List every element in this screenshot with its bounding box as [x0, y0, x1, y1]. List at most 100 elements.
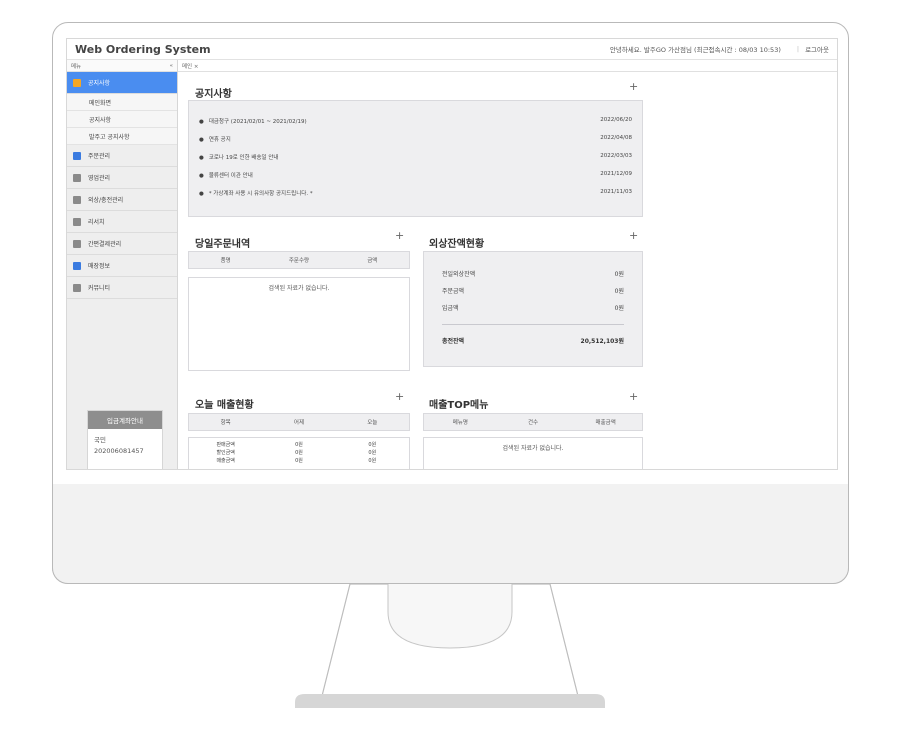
sidebar-item-label: 간편결제관리 — [88, 241, 122, 248]
notice-date: 2022/06/20 — [600, 117, 632, 123]
notice-row[interactable]: ● 연휴 공지 2022/04/08 — [199, 135, 632, 145]
notice-date: 2022/04/08 — [600, 135, 632, 141]
table-cell: 0원 — [295, 442, 303, 448]
balance-total-row: 총전잔액 20,512,103원 — [442, 336, 624, 345]
deposit-account-body: 국민 202006081457 — [88, 429, 162, 463]
deposit-account-card: 입금계좌안내 국민 202006081457 — [87, 410, 163, 469]
notice-text: 연휴 공지 — [208, 137, 231, 143]
balance-value: 0원 — [614, 288, 624, 295]
column-header: 메뉴명 — [452, 420, 468, 426]
balance-value: 0원 — [614, 271, 624, 278]
sidebar-item-store[interactable]: 매장정보 — [67, 255, 177, 277]
divider — [442, 324, 624, 325]
column-header: 금액 — [367, 258, 378, 264]
sidebar-item-label: 매장정보 — [88, 263, 111, 270]
table-row: 매출금액 0원 0원 — [189, 457, 409, 464]
daily-orders-body: 검색된 자료가 없습니다. — [188, 277, 410, 371]
notice-plus-icon[interactable]: + — [629, 80, 638, 93]
table-cell: 0원 — [295, 450, 303, 456]
menu-square-icon — [73, 239, 81, 248]
notice-date: 2022/03/03 — [600, 153, 632, 159]
empty-message: 검색된 자료가 없습니다. — [502, 445, 564, 452]
notice-row[interactable]: ● 코로나 19로 인한 배송일 안내 2022/03/03 — [199, 153, 632, 163]
notice-title: 공지사항 — [195, 89, 232, 100]
sidebar-item-notice[interactable]: 공지사항 — [67, 72, 177, 94]
top-menu-header: 메뉴명 건수 매출금액 — [423, 413, 643, 431]
main-content: 메인 × 공지사항 + ● 대금청구 (2021/02/01 ~ 2021/02/… — [178, 60, 837, 469]
today-sales-header: 항목 어제 오늘 — [188, 413, 410, 431]
column-header: 어제 — [293, 420, 305, 426]
notice-text: 코로나 19로 인한 배송일 안내 — [208, 155, 279, 161]
sidebar-item-easypay[interactable]: 간편결제관리 — [67, 233, 177, 255]
sidebar-subitem-balju-notice[interactable]: 발주고 공지사항 — [67, 128, 177, 145]
notice-date: 2021/12/09 — [600, 171, 632, 177]
table-cell: 0원 — [368, 442, 377, 448]
menu-square-icon — [73, 261, 81, 270]
sidebar-item-credit[interactable]: 외상/충전관리 — [67, 189, 177, 211]
account-number: 202006081457 — [94, 447, 144, 455]
user-greeting: 안녕하세요. 발주GO 가산점님 (최근접속시간 : 08/03 10:53) — [609, 46, 781, 54]
logout-link[interactable]: 로그아웃 — [805, 44, 829, 54]
sidebar-item-orders[interactable]: 주문관리 — [67, 145, 177, 167]
monitor-chin — [52, 484, 849, 584]
daily-orders-plus-icon[interactable]: + — [395, 229, 404, 242]
notice-text: 대금청구 (2021/02/01 ~ 2021/02/19) — [208, 119, 307, 125]
sidebar-item-label: 외상/충전관리 — [88, 197, 124, 204]
sidebar-item-sales-mgmt[interactable]: 영업관리 — [67, 167, 177, 189]
table-cell: 0원 — [368, 450, 377, 456]
app-screen: Web Ordering System 안녕하세요. 발주GO 가산점님 (최근… — [66, 38, 838, 470]
table-row: 할인금액 0원 0원 — [189, 449, 409, 456]
monitor-stand — [322, 584, 578, 696]
sidebar-subitem-notice[interactable]: 공지사항 — [67, 111, 177, 128]
notice-row[interactable]: ● 대금청구 (2021/02/01 ~ 2021/02/19) 2022/06/… — [199, 117, 632, 127]
today-sales-body: 판매금액 0원 0원 할인금액 0원 0원 매출금액 0원 0원 — [188, 437, 410, 469]
table-cell: 0원 — [368, 458, 377, 464]
monitor-base — [295, 694, 605, 708]
sidebar-item-label: 리서치 — [88, 219, 105, 226]
sidebar-item-community[interactable]: 커뮤니티 — [67, 277, 177, 299]
column-header: 항목 — [220, 420, 231, 426]
collapse-icon[interactable]: « — [170, 63, 173, 69]
sidebar-title: 메뉴 — [71, 63, 82, 70]
menu-square-icon — [73, 173, 81, 182]
today-sales-plus-icon[interactable]: + — [395, 390, 404, 403]
notice-box: ● 대금청구 (2021/02/01 ~ 2021/02/19) 2022/06/… — [188, 100, 643, 217]
notice-row[interactable]: ● 물류센터 이관 안내 2021/12/09 — [199, 171, 632, 181]
top-bar: Web Ordering System 안녕하세요. 발주GO 가산점님 (최근… — [67, 39, 837, 60]
balance-label: 전일외상잔액 — [442, 271, 476, 278]
menu-square-icon — [73, 217, 81, 226]
balance-label: 주문금액 — [442, 288, 465, 295]
balance-row: 입금액 0원 — [442, 303, 624, 312]
table-cell: 할인금액 — [216, 450, 235, 456]
menu-square-icon — [73, 151, 81, 160]
balance-label: 입금액 — [442, 305, 459, 312]
sidebar-item-research[interactable]: 리서치 — [67, 211, 177, 233]
deposit-account-title: 입금계좌안내 — [88, 411, 162, 429]
table-cell: 0원 — [295, 458, 303, 464]
daily-orders-title: 당일주문내역 — [195, 239, 251, 250]
sidebar-item-label: 공지사항 — [88, 80, 111, 87]
notice-text: * 가상계좌 사용 시 유의사항 공지드립니다. * — [208, 191, 313, 197]
column-header: 매출금액 — [595, 420, 616, 426]
balance-total-label: 총전잔액 — [442, 338, 465, 345]
balance-plus-icon[interactable]: + — [629, 229, 638, 242]
balance-box: 전일외상잔액 0원 주문금액 0원 입금액 0원 총전잔액 20,512,103… — [423, 251, 643, 367]
separator: | — [796, 45, 800, 53]
sidebar-item-label: 영업관리 — [88, 175, 111, 182]
balance-row: 전일외상잔액 0원 — [442, 269, 624, 278]
sidebar-header: 메뉴 « — [67, 60, 177, 72]
top-menu-plus-icon[interactable]: + — [629, 390, 638, 403]
tab-strip: 메인 × — [178, 60, 837, 72]
notice-date: 2021/11/03 — [600, 189, 632, 195]
today-sales-title: 오늘 매출현황 — [195, 400, 254, 411]
sidebar: 메뉴 « 공지사항 메인화면 공지사항 발주고 공지사항 주문관리 영업관리 외… — [67, 60, 178, 469]
table-row: 판매금액 0원 0원 — [189, 441, 409, 448]
menu-square-icon — [73, 195, 81, 204]
tab-main[interactable]: 메인 × — [182, 62, 198, 70]
column-header: 건수 — [527, 420, 539, 426]
app-title: Web Ordering System — [75, 42, 211, 56]
balance-total-value: 20,512,103원 — [580, 338, 624, 345]
sidebar-subitem-main[interactable]: 메인화면 — [67, 94, 177, 111]
column-header: 주문수량 — [288, 258, 310, 264]
notice-row[interactable]: ● * 가상계좌 사용 시 유의사항 공지드립니다. * 2021/11/03 — [199, 189, 632, 199]
